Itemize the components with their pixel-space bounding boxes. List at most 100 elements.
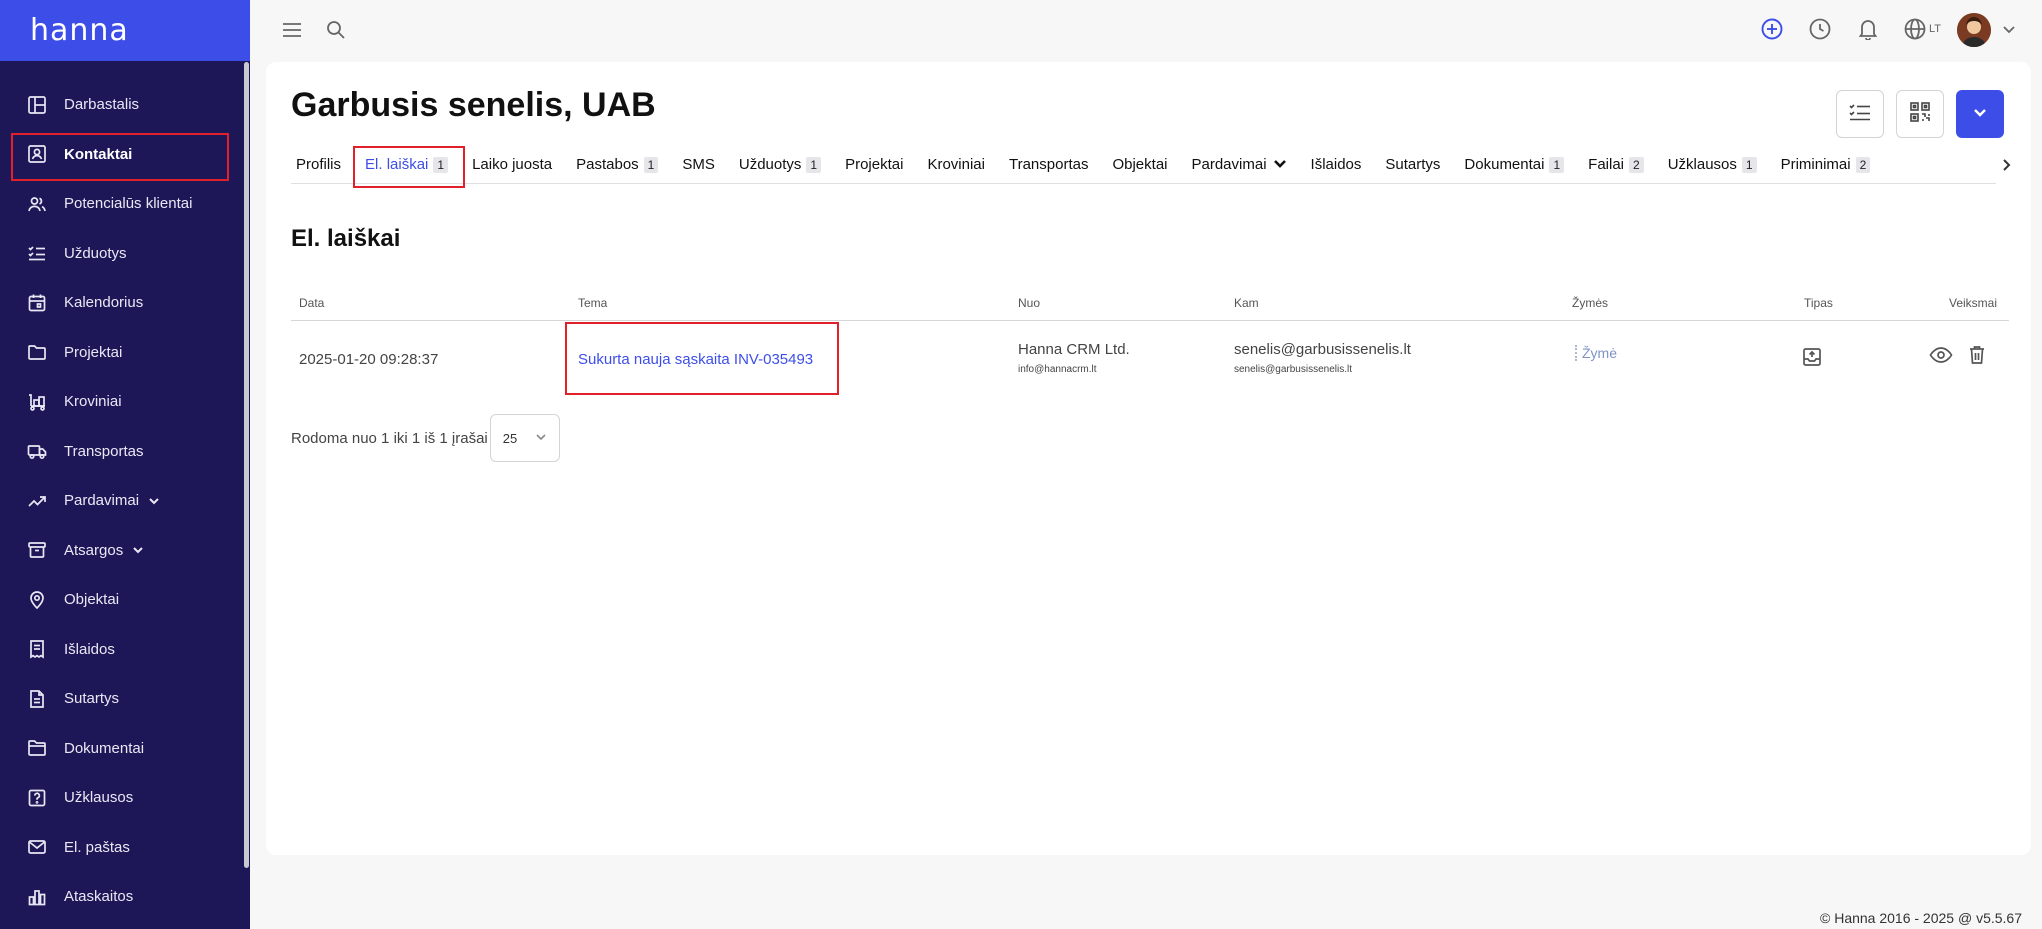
tab-label: Dokumentai [1464, 156, 1545, 173]
tab-profilis[interactable]: Profilis [291, 146, 346, 184]
tab-label: Užklausos [1667, 156, 1737, 173]
trend-up-icon [26, 490, 48, 512]
table-header: Data Tema Nuo Kam Žymės Tipas Veiksmai [291, 285, 2009, 321]
add-circle-icon[interactable] [1759, 16, 1785, 42]
sidebar-item-label: Pardavimai [64, 492, 140, 510]
page-size-select[interactable]: 25 [489, 414, 560, 462]
chevron-right-icon[interactable] [1999, 158, 2013, 177]
tab-projektai[interactable]: Projektai [840, 146, 908, 184]
clock-icon[interactable] [1807, 16, 1833, 42]
sidebar-item-label: Užklausos [64, 789, 134, 807]
tab-label: Pardavimai [1191, 156, 1267, 173]
tab-label: Laiko juosta [472, 156, 553, 173]
sidebar-item-darbastalis[interactable]: Darbastalis [0, 80, 244, 130]
tab-sms[interactable]: SMS [677, 146, 720, 184]
column-header-from[interactable]: Nuo [1018, 296, 1040, 310]
tab-label: SMS [682, 156, 715, 173]
sidebar-item-transportas[interactable]: Transportas [0, 427, 244, 477]
sidebar-item-pardavimai[interactable]: Pardavimai [0, 476, 244, 526]
tab-kroviniai[interactable]: Kroviniai [922, 146, 990, 184]
sidebar-nav: Darbastalis Kontaktai Potencialūs klient… [0, 80, 244, 922]
delete-icon[interactable] [1968, 345, 1986, 369]
language-switcher[interactable]: LT [1904, 16, 1952, 42]
search-icon[interactable] [324, 18, 348, 42]
tab-badge: 1 [1741, 156, 1757, 173]
tab-badge: 2 [1629, 156, 1644, 173]
avatar[interactable] [1957, 13, 1991, 47]
to-name: senelis@garbusissenelis.lt [1234, 341, 1411, 358]
sidebar-item-dokumentai[interactable]: Dokumentai [0, 724, 244, 774]
tab-sutartys[interactable]: Sutartys [1380, 146, 1445, 184]
tab-el-laiskai[interactable]: El. laiškai 1 [353, 145, 466, 188]
column-header-to[interactable]: Kam [1234, 296, 1259, 310]
column-header-type: Tipas [1804, 296, 1833, 310]
qr-code-button[interactable] [1896, 90, 1944, 138]
sidebar-scrollbar[interactable] [244, 62, 249, 868]
sidebar-item-label: Ataskaitos [64, 888, 134, 906]
sidebar-item-kroviniai[interactable]: Kroviniai [0, 377, 244, 427]
menu-icon[interactable] [280, 19, 304, 41]
tab-label: Transportas [1008, 156, 1089, 173]
chevron-down-icon [1267, 156, 1287, 174]
table-row[interactable]: 2025-01-20 09:28:37 Sukurta nauja sąskai… [291, 321, 2009, 395]
brand-header[interactable]: hanna [0, 0, 250, 61]
chevron-down-icon[interactable] [2002, 22, 2016, 36]
email-subject-link[interactable]: Sukurta nauja sąskaita INV-035493 [578, 351, 813, 368]
tab-transportas[interactable]: Transportas [1004, 146, 1093, 184]
tab-uzklausos[interactable]: Užklausos 1 [1663, 146, 1762, 184]
actions-dropdown-button[interactable] [1956, 90, 2004, 138]
tag-button[interactable]: Žymė [1575, 345, 1617, 361]
inbox-type-icon [1802, 347, 1822, 371]
section-title: El. laiškai [291, 225, 401, 252]
tab-label: Objektai [1112, 156, 1168, 173]
sidebar-item-label: Kalendorius [64, 294, 144, 312]
checklist-icon [1848, 102, 1872, 127]
sidebar-item-uzduotys[interactable]: Užduotys [0, 229, 244, 279]
sidebar-item-kalendorius[interactable]: Kalendorius [0, 278, 244, 328]
sidebar-item-label: Objektai [64, 591, 120, 609]
tab-badge: 1 [433, 156, 449, 173]
tab-uzduotys[interactable]: Užduotys 1 [734, 146, 826, 184]
column-header-tags: Žymės [1572, 296, 1608, 310]
tab-laiko-juosta[interactable]: Laiko juosta [467, 146, 557, 184]
tab-badge: 1 [643, 156, 659, 173]
emails-table: Data Tema Nuo Kam Žymės Tipas Veiksmai 2… [291, 285, 2009, 395]
sidebar-item-label: El. paštas [64, 838, 130, 856]
sidebar-item-label: Atsargos [64, 541, 124, 559]
sidebar-item-label: Darbastalis [64, 96, 140, 114]
email-from: Hanna CRM Ltd. info@hannacrm.lt [1018, 341, 1130, 375]
bell-icon[interactable] [1855, 16, 1881, 42]
pagination: Rodoma nuo 1 iki 1 iš 1 įrašai 25 [291, 414, 560, 462]
sidebar-item-islaidos[interactable]: Išlaidos [0, 625, 244, 675]
contact-tabs: Profilis El. laiškai 1 Laiko juosta Pasta… [291, 145, 1996, 188]
tab-dokumentai[interactable]: Dokumentai 1 [1459, 146, 1569, 184]
top-bar: LT [250, 0, 2042, 60]
tab-priminimai[interactable]: Priminimai 2 [1776, 146, 1876, 184]
sidebar-item-el-pastas[interactable]: El. paštas [0, 823, 244, 873]
truck-icon [26, 440, 48, 462]
view-icon[interactable] [1929, 345, 1953, 369]
mail-icon [26, 836, 48, 858]
sidebar-item-label: Projektai [64, 343, 123, 361]
sidebar-item-objektai[interactable]: Objektai [0, 575, 244, 625]
column-header-date[interactable]: Data [299, 296, 324, 310]
sidebar-item-ataskaitos[interactable]: Ataskaitos [0, 872, 244, 922]
sidebar-item-kontaktai[interactable]: Kontaktai [0, 130, 244, 180]
tab-pastabos[interactable]: Pastabos 1 [571, 146, 663, 184]
tab-objektai[interactable]: Objektai [1107, 146, 1172, 184]
sidebar-item-projektai[interactable]: Projektai [0, 328, 244, 378]
tab-label: Užduotys [738, 156, 802, 173]
sidebar-item-uzklausos[interactable]: Užklausos [0, 773, 244, 823]
tab-islaidos[interactable]: Išlaidos [1306, 146, 1367, 184]
sidebar-item-potencialus-klientai[interactable]: Potencialūs klientai [0, 179, 244, 229]
sidebar-item-label: Užduotys [64, 244, 127, 262]
footer-copyright: © Hanna 2016 - 2025 @ v5.5.67 [1820, 910, 2022, 926]
dashboard-icon [26, 94, 48, 116]
tab-pardavimai[interactable]: Pardavimai [1187, 146, 1292, 184]
sidebar-item-sutartys[interactable]: Sutartys [0, 674, 244, 724]
tasks-button[interactable] [1836, 90, 1884, 138]
main-card: Garbusis senelis, UAB Profilis El. laišk… [266, 62, 2031, 855]
sidebar-item-atsargos[interactable]: Atsargos [0, 526, 244, 576]
column-header-subject[interactable]: Tema [578, 296, 607, 310]
tab-failai[interactable]: Failai 2 [1583, 146, 1649, 184]
